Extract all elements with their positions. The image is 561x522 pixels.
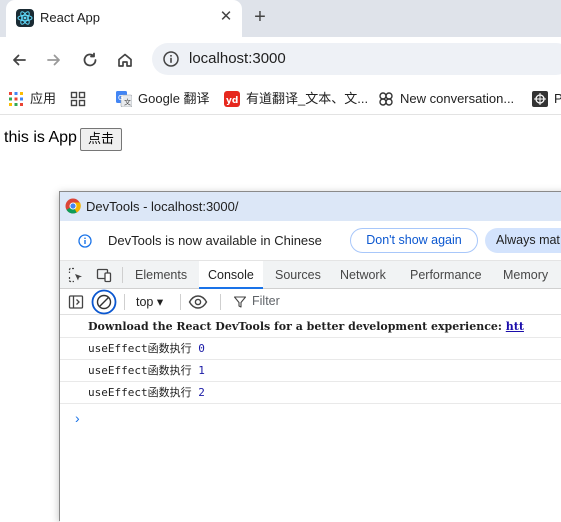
bookmarks-bar: 应用 G文 Google 翻译 yd 有道翻译_文本、文... New conv…	[0, 83, 561, 115]
divider	[180, 294, 181, 310]
tab-title: React App	[40, 10, 100, 25]
tab-elements[interactable]: Elements	[126, 261, 196, 289]
log-entry: useEffect函数执行 2	[88, 382, 205, 404]
browser-tab[interactable]: React App ✕	[6, 0, 242, 37]
dont-show-again-button[interactable]: Don't show again	[350, 228, 478, 253]
forward-arrow-icon[interactable]	[43, 49, 65, 71]
filter-input[interactable]: Filter	[252, 294, 280, 308]
console-message: useEffect函数执行 2	[60, 382, 561, 404]
react-devtools-link[interactable]: htt	[506, 320, 524, 333]
react-logo-icon	[16, 9, 34, 27]
bookmark-label: New conversation...	[400, 91, 515, 106]
always-match-button[interactable]: Always mat	[485, 228, 561, 253]
new-tab-button[interactable]: +	[250, 6, 270, 28]
divider	[124, 294, 125, 310]
bookmark-label: 有道翻译_文本、文...	[246, 91, 369, 106]
filter-icon	[233, 295, 247, 308]
console-toolbar: top ▾ Filter	[60, 289, 561, 315]
device-toolbar-icon[interactable]	[96, 267, 112, 283]
divider	[220, 294, 221, 310]
log-value: 0	[198, 342, 205, 355]
bookmark-label: 应用	[30, 91, 57, 106]
divider	[122, 267, 123, 283]
browser-toolbar: localhost:3000	[0, 37, 561, 83]
devtools-window: DevTools - localhost:3000/ DevTools is n…	[59, 191, 561, 522]
youdao-icon: yd	[224, 91, 240, 107]
url-text[interactable]: localhost:3000	[189, 50, 286, 67]
tab-network[interactable]: Network	[331, 261, 395, 289]
infobar-message: DevTools is now available in Chinese	[108, 233, 322, 248]
svg-text:文: 文	[124, 98, 131, 107]
sidebar-toggle-icon[interactable]	[68, 294, 84, 310]
console-message: useEffect函数执行 0	[60, 338, 561, 360]
bookmark-label: P	[554, 91, 561, 106]
chrome-logo-icon	[65, 198, 81, 214]
apps-grid-icon	[8, 91, 24, 107]
tab-strip: React App ✕ +	[0, 0, 561, 37]
inspect-element-icon[interactable]	[68, 267, 84, 283]
react-devtools-message: Download the React DevTools for a better…	[88, 316, 524, 338]
log-value: 1	[198, 364, 205, 377]
google-translate-icon: G文	[116, 91, 133, 108]
clear-console-icon[interactable]	[91, 289, 117, 315]
console-message: Download the React DevTools for a better…	[60, 316, 561, 338]
devtools-titlebar[interactable]: DevTools - localhost:3000/	[60, 192, 561, 221]
tab-groups-icon	[70, 91, 86, 107]
log-text: useEffect函数执行	[88, 342, 199, 355]
extension-icon	[532, 91, 548, 107]
address-bar[interactable]: localhost:3000	[152, 43, 561, 75]
language-infobar: DevTools is now available in Chinese Don…	[60, 221, 561, 261]
reload-icon[interactable]	[79, 49, 101, 71]
tab-memory[interactable]: Memory	[494, 261, 557, 289]
click-button[interactable]: 点击	[80, 128, 123, 151]
tab-sources[interactable]: Sources	[266, 261, 330, 289]
devtools-title: DevTools - localhost:3000/	[86, 199, 239, 214]
svg-text:G: G	[118, 94, 123, 102]
log-text: useEffect函数执行	[88, 364, 199, 377]
log-entry: useEffect函数执行 1	[88, 360, 205, 382]
tab-console[interactable]: Console	[199, 261, 263, 289]
log-text: useEffect函数执行	[88, 386, 199, 399]
devtools-tabbar: Elements Console Sources Network Perform…	[60, 261, 561, 289]
info-icon	[78, 234, 92, 248]
console-prompt[interactable]: ›	[75, 410, 80, 426]
console-output: Download the React DevTools for a better…	[60, 316, 561, 522]
svg-text:yd: yd	[226, 96, 238, 106]
close-tab-icon[interactable]: ✕	[217, 8, 235, 26]
home-icon[interactable]	[114, 49, 136, 71]
console-message: useEffect函数执行 1	[60, 360, 561, 382]
back-arrow-icon[interactable]	[8, 49, 30, 71]
message-text: Download the React DevTools for a better…	[88, 320, 506, 333]
bookmark-label: Google 翻译	[138, 91, 210, 106]
log-entry: useEffect函数执行 0	[88, 338, 205, 360]
log-value: 2	[198, 386, 205, 399]
site-info-icon[interactable]	[162, 50, 180, 68]
tab-performance[interactable]: Performance	[401, 261, 491, 289]
context-selector[interactable]: top ▾	[136, 294, 163, 309]
chat-ai-icon	[378, 91, 394, 107]
live-expression-eye-icon[interactable]	[188, 294, 208, 310]
app-text: this is App	[4, 129, 77, 146]
